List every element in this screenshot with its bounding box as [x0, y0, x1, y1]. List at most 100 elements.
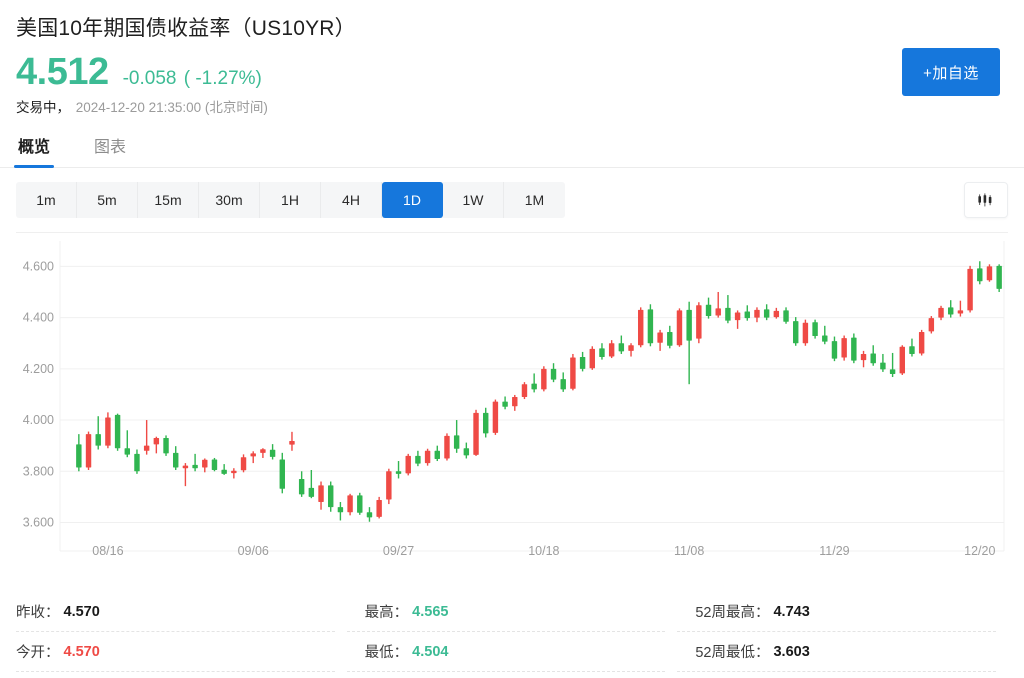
stat-52week-high: 52周最高： 4.743	[677, 592, 996, 632]
price-chart[interactable]: 3.6003.8004.0004.2004.4004.600 08/1609/0…	[16, 232, 1008, 576]
x-axis-tick-label: 10/18	[528, 544, 559, 558]
interval-5m[interactable]: 5m	[77, 182, 138, 218]
candle-up	[716, 292, 721, 318]
x-axis-tick-label: 08/16	[92, 544, 123, 558]
stat-open: 今开： 4.570	[16, 632, 335, 672]
candle-down	[299, 471, 304, 497]
candle-down	[192, 454, 197, 471]
candle-down	[551, 363, 556, 382]
candle-up	[231, 468, 236, 478]
chart-candles	[76, 261, 1002, 521]
stat-low: 最低： 4.504	[347, 632, 666, 672]
stat-prev-close: 昨收： 4.570	[16, 592, 335, 632]
candle-up	[202, 458, 207, 472]
candle-up	[251, 451, 256, 463]
candle-down	[832, 337, 837, 362]
candle-up	[987, 264, 992, 281]
y-axis-tick-label: 3.600	[23, 516, 54, 530]
candle-down	[464, 443, 469, 459]
candle-up	[144, 420, 149, 455]
interval-1m[interactable]: 1m	[16, 182, 77, 218]
stat-value: 4.565	[412, 604, 448, 620]
stat-column-1: 昨收： 4.570 今开： 4.570	[16, 592, 347, 678]
candle-down	[851, 333, 856, 363]
x-axis-tick-label: 11/08	[674, 544, 704, 558]
candle-up	[318, 482, 323, 510]
candle-down	[270, 444, 275, 459]
candle-down	[793, 317, 798, 346]
x-axis-tick-label: 09/06	[238, 544, 269, 558]
x-axis-tick-label: 11/29	[819, 544, 849, 558]
candle-up	[841, 336, 846, 361]
candle-up	[105, 412, 110, 448]
candle-up	[425, 449, 430, 466]
candle-down	[435, 446, 440, 461]
stat-label: 昨收：	[16, 601, 60, 622]
interval-4h[interactable]: 4H	[321, 182, 382, 218]
market-status-label: 交易中，	[16, 100, 70, 115]
candle-up	[628, 343, 633, 356]
tab-charts[interactable]: 图表	[92, 138, 128, 167]
interval-1w[interactable]: 1W	[443, 182, 504, 218]
candle-down	[619, 336, 624, 354]
candle-up	[967, 266, 972, 313]
candle-down	[96, 416, 101, 449]
candle-up	[570, 354, 575, 390]
interval-15m[interactable]: 15m	[138, 182, 199, 218]
chart-type-button[interactable]	[964, 182, 1008, 218]
candle-up	[376, 497, 381, 519]
candle-up	[241, 454, 246, 472]
stat-label: 52周最高：	[695, 601, 769, 622]
candle-up	[638, 307, 643, 347]
candle-down	[357, 493, 362, 515]
interval-30m[interactable]: 30m	[199, 182, 260, 218]
chart-y-axis-labels: 3.6003.8004.0004.2004.4004.600	[23, 259, 54, 529]
interval-1h[interactable]: 1H	[260, 182, 321, 218]
candle-down	[454, 420, 459, 453]
candle-up	[444, 433, 449, 460]
page-title: 美国10年期国债收益率（US10YR）	[16, 14, 1008, 44]
y-axis-tick-label: 4.400	[23, 311, 54, 325]
candle-down	[890, 353, 895, 377]
candle-down	[125, 430, 130, 457]
candle-down	[561, 372, 566, 391]
candlestick-icon	[976, 192, 996, 208]
candle-down	[871, 345, 876, 365]
candle-down	[706, 298, 711, 319]
candle-down	[221, 464, 226, 475]
candle-down	[415, 451, 420, 466]
candle-down	[822, 326, 827, 344]
stat-label: 最高：	[365, 601, 409, 622]
interval-1d[interactable]: 1D	[382, 182, 443, 218]
candle-down	[163, 435, 168, 455]
stat-label: 今开：	[16, 641, 60, 662]
x-axis-tick-label: 12/20	[964, 544, 995, 558]
candle-up	[919, 330, 924, 356]
candle-up	[735, 310, 740, 328]
candle-down	[483, 408, 488, 438]
section-tabs: 概览 图表	[0, 132, 1024, 168]
stat-label: 52周最低：	[695, 641, 769, 662]
candle-down	[115, 414, 120, 451]
stat-column-2: 最高： 4.565 最低： 4.504	[347, 592, 678, 678]
candle-down	[812, 320, 817, 339]
candle-down	[396, 461, 401, 478]
candle-down	[367, 507, 372, 522]
candle-up	[86, 432, 91, 470]
add-to-watchlist-button[interactable]: +加自选	[902, 48, 1000, 96]
candle-up	[154, 437, 159, 454]
stat-value: 3.603	[773, 644, 809, 660]
interval-1m-month[interactable]: 1M	[504, 182, 565, 218]
candle-up	[696, 302, 701, 343]
y-axis-tick-label: 4.200	[23, 362, 54, 376]
candle-up	[803, 320, 808, 346]
candlestick-chart-canvas[interactable]: 3.6003.8004.0004.2004.4004.600 08/1609/0…	[16, 233, 1008, 577]
stat-column-3: 52周最高： 4.743 52周最低： 3.603	[677, 592, 1008, 678]
candle-up	[406, 454, 411, 476]
tab-overview[interactable]: 概览	[16, 138, 52, 167]
candle-down	[531, 373, 536, 392]
candle-up	[493, 400, 498, 435]
candle-down	[745, 305, 750, 320]
market-status-time: 2024-12-20 21:35:00 (北京时间)	[76, 100, 268, 115]
stat-value: 4.570	[64, 604, 100, 620]
